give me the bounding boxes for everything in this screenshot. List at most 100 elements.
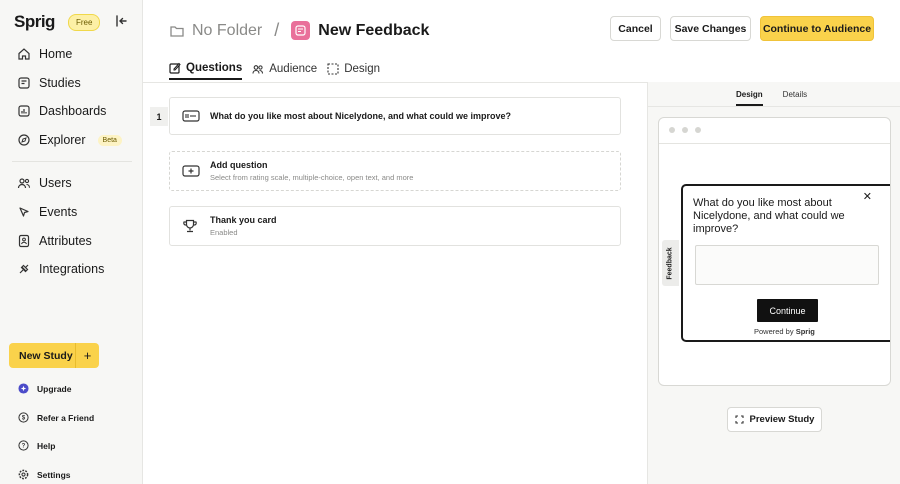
tab-preview-details[interactable]: Details (783, 90, 807, 106)
tab-label: Design (344, 63, 381, 75)
thank-you-status: Enabled (210, 228, 238, 237)
sidebar-divider (12, 161, 132, 162)
powered-by: Powered by Sprig (754, 327, 815, 336)
tab-questions[interactable]: Questions (169, 62, 243, 80)
continue-to-audience-button[interactable]: Continue to Audience (760, 16, 874, 41)
preview-study-button[interactable]: Preview Study (727, 407, 822, 432)
sidebar-item-label: Explorer (39, 133, 86, 147)
footer-label: Settings (37, 469, 71, 480)
folder-icon (170, 25, 184, 37)
expand-icon (734, 415, 744, 424)
sidebar-item-dashboards[interactable]: Dashboards (17, 104, 106, 118)
study-tabs: Questions Audience Design (169, 62, 380, 80)
open-text-icon (182, 110, 202, 122)
add-question-icon (182, 165, 202, 177)
question-card[interactable]: What do you like most about Nicelydone, … (169, 97, 621, 135)
new-study-button[interactable]: New Study + (9, 343, 99, 368)
integrations-icon (19, 264, 29, 274)
sprig-logo[interactable]: Sprig (14, 12, 55, 32)
tab-preview-design[interactable]: Design (736, 90, 763, 106)
thank-you-card[interactable]: Thank you card Enabled (169, 206, 621, 246)
studies-icon (18, 77, 30, 89)
plus-icon[interactable]: + (76, 348, 99, 363)
save-changes-button[interactable]: Save Changes (670, 16, 751, 41)
sidebar-item-attributes[interactable]: Attributes (17, 234, 92, 248)
new-study-label: New Study (19, 349, 73, 362)
sidebar-item-explorer[interactable]: Explorer Beta (17, 133, 122, 147)
add-question-card[interactable]: Add question Select from rating scale, m… (169, 151, 621, 191)
explorer-icon (18, 134, 30, 146)
sidebar-item-label: Integrations (39, 262, 105, 276)
tab-design[interactable]: Design (327, 62, 380, 80)
page-title[interactable]: New Feedback (318, 22, 429, 40)
tab-label: Audience (269, 63, 318, 75)
design-icon (327, 63, 339, 75)
preview-tabs-divider (648, 106, 900, 107)
sidebar-item-integrations[interactable]: Integrations (17, 262, 104, 276)
study-type-icon (291, 21, 311, 40)
home-icon (18, 48, 30, 60)
preview-study-label: Preview Study (749, 414, 815, 425)
feedback-tab[interactable]: Feedback (662, 240, 679, 286)
browser-mockup: Feedback What do you like most about Nic… (658, 117, 891, 386)
refer-icon: $ (18, 412, 29, 423)
preview-panel: Design Details Feedback What do you like… (647, 82, 900, 484)
sidebar-item-events[interactable]: Events (17, 205, 77, 219)
sidebar-refer[interactable]: $ Refer a Friend (18, 412, 94, 423)
window-dots (669, 127, 701, 133)
plan-badge: Free (68, 14, 101, 31)
sidebar-item-label: Users (39, 176, 72, 190)
breadcrumb: No Folder / New Feedback (170, 20, 429, 41)
widget-question: What do you like most about Nicelydone, … (693, 197, 845, 235)
svg-text:?: ? (22, 444, 26, 450)
sidebar-item-studies[interactable]: Studies (17, 76, 81, 90)
sidebar-settings[interactable]: Settings (18, 469, 71, 480)
sidebar-item-label: Events (39, 205, 78, 219)
breadcrumb-separator: / (274, 20, 280, 40)
question-text: What do you like most about Nicelydone, … (210, 111, 512, 121)
sidebar-help[interactable]: ? Help (18, 440, 55, 451)
attributes-icon (18, 234, 30, 248)
add-question-title: Add question (210, 160, 268, 170)
sidebar-item-label: Attributes (39, 234, 92, 248)
svg-text:$: $ (22, 416, 26, 422)
tab-audience[interactable]: Audience (252, 62, 317, 80)
events-icon (19, 207, 29, 217)
add-question-subtitle: Select from rating scale, multiple-choic… (210, 173, 414, 182)
help-icon: ? (18, 440, 29, 451)
settings-icon (18, 469, 29, 480)
tab-label: Questions (186, 62, 243, 74)
preview-tabs: Design Details (736, 90, 807, 106)
footer-label: Refer a Friend (37, 412, 95, 423)
footer-label: Help (37, 440, 56, 451)
question-number: 1 (150, 107, 168, 126)
upgrade-icon (18, 383, 29, 394)
close-icon[interactable]: ✕ (863, 190, 872, 203)
footer-label: Upgrade (37, 383, 72, 394)
browser-bar (659, 143, 890, 144)
users-icon (252, 65, 264, 74)
thank-you-title: Thank you card (210, 215, 277, 225)
beta-badge: Beta (97, 134, 122, 146)
powered-by-text: Powered by (754, 327, 794, 336)
tabs-divider (143, 82, 648, 83)
sidebar-item-users[interactable]: Users (17, 176, 72, 190)
powered-by-brand: Sprig (795, 327, 815, 336)
feedback-tab-label: Feedback (667, 246, 675, 280)
survey-widget: What do you like most about Nicelydone, … (681, 184, 890, 342)
trophy-icon (182, 219, 202, 233)
dashboard-icon (18, 105, 30, 117)
sidebar: Sprig Free Home Studies Dashboards Explo… (0, 0, 143, 484)
sidebar-upgrade[interactable]: Upgrade (18, 383, 71, 394)
sidebar-item-label: Home (39, 47, 73, 61)
widget-answer-input[interactable] (695, 245, 879, 285)
users-icon (17, 178, 31, 189)
sidebar-item-home[interactable]: Home (17, 47, 72, 61)
sidebar-item-label: Studies (39, 76, 81, 90)
cancel-button[interactable]: Cancel (610, 16, 661, 41)
widget-continue-button[interactable]: Continue (757, 299, 818, 322)
collapse-sidebar-icon[interactable] (114, 14, 128, 28)
edit-icon (169, 62, 181, 74)
sidebar-item-label: Dashboards (39, 104, 107, 118)
breadcrumb-folder[interactable]: No Folder (192, 22, 262, 40)
